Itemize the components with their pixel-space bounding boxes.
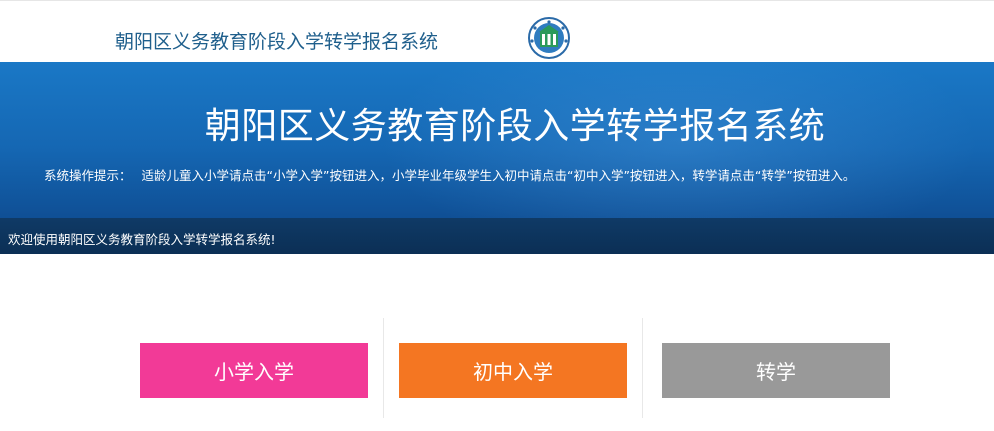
hero-banner: 朝阳区义务教育阶段入学转学报名系统 系统操作提示： 适龄儿童入小学请点击“小学入学… (0, 62, 994, 218)
page: 朝阳区义务教育阶段入学转学报名系统 朝阳区义务教育阶段入学转学报名系统 系统操作… (0, 0, 994, 431)
banner-title: 朝阳区义务教育阶段入学转学报名系统 (204, 106, 826, 147)
welcome-bar: 欢迎使用朝阳区义务教育阶段入学转学报名系统! (0, 218, 994, 254)
header-title: 朝阳区义务教育阶段入学转学报名系统 (115, 31, 439, 53)
operation-tip: 系统操作提示： 适龄儿童入小学请点击“小学入学”按钮进入，小学毕业年级学生入初中请… (44, 165, 984, 184)
welcome-text: 欢迎使用朝阳区义务教育阶段入学转学报名系统! (8, 232, 276, 247)
column-divider (383, 318, 384, 418)
top-header: 朝阳区义务教育阶段入学转学报名系统 (0, 0, 994, 62)
operation-tip-text: 适龄儿童入小学请点击“小学入学”按钮进入，小学毕业年级学生入初中请点击“初中入学… (141, 168, 856, 183)
school-emblem-icon (528, 17, 570, 59)
transfer-button[interactable]: 转学 (662, 343, 890, 398)
primary-school-enroll-button[interactable]: 小学入学 (140, 343, 368, 398)
middle-school-enroll-button[interactable]: 初中入学 (399, 343, 627, 398)
operation-tip-label: 系统操作提示： (44, 168, 132, 183)
column-divider (642, 318, 643, 418)
